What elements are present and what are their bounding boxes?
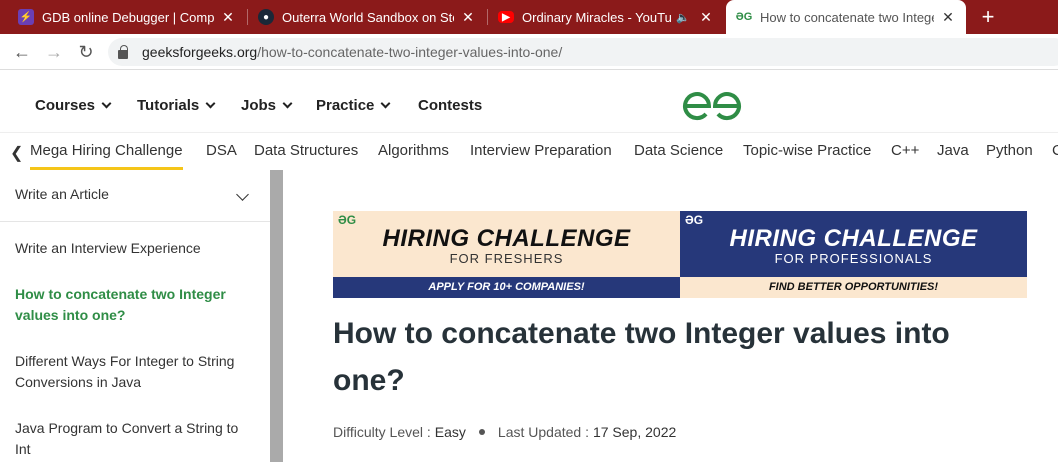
close-icon[interactable]: ✕ (220, 9, 236, 26)
category-cpp[interactable]: C++ (891, 142, 919, 159)
category-nav: ❮ Mega Hiring Challenge DSA Data Structu… (0, 132, 1058, 170)
article-meta: Difficulty Level : Easy Last Updated : 1… (333, 424, 676, 440)
category-topic-practice[interactable]: Topic-wise Practice (743, 142, 871, 159)
gfg-logo[interactable] (682, 90, 742, 122)
banner-title: HIRING CHALLENGE (382, 225, 631, 252)
tab-title: Ordinary Miracles - YouTube (522, 9, 672, 25)
tab-title: How to concatenate two Integer (760, 9, 934, 25)
sidebar-link[interactable]: Java Program to Convert a String to Int (15, 418, 255, 460)
difficulty-value[interactable]: Easy (435, 424, 466, 440)
tab-gfg-active[interactable]: ƏG How to concatenate two Integer ✕ (726, 0, 966, 34)
speaker-icon[interactable]: 🔈 (676, 11, 692, 24)
category-python[interactable]: Python (986, 142, 1033, 159)
sidebar: Write an Article Write an Interview Expe… (0, 170, 270, 462)
tab-gdb[interactable]: ⚡ GDB online Debugger | Compiler ✕ (8, 0, 246, 34)
chevron-down-icon[interactable] (236, 188, 249, 201)
bullet-separator (478, 429, 485, 435)
divider (0, 221, 270, 222)
banner-title: HIRING CHALLENGE (729, 225, 978, 252)
banner-footer: FIND BETTER OPPORTUNITIES! (680, 277, 1027, 298)
url-path: /how-to-concatenate-two-integer-values-i… (257, 44, 563, 60)
sidebar-link[interactable]: Write an Interview Experience (15, 238, 255, 259)
sidebar-heading[interactable]: Write an Article (15, 186, 109, 202)
menu-label: Courses (35, 97, 96, 114)
category-algorithms[interactable]: Algorithms (378, 142, 449, 159)
chevron-down-icon (101, 98, 112, 109)
tab-steam[interactable]: ● Outerra World Sandbox on Steam ✕ (248, 0, 486, 34)
gfg-icon: ƏG (735, 11, 753, 23)
updated-date: 17 Sep, 2022 (592, 424, 677, 440)
sidebar-link[interactable]: Different Ways For Integer to String Con… (15, 351, 255, 393)
menu-label: Contests (418, 97, 483, 114)
updated-label: Last Updated : (497, 424, 589, 440)
hiring-banner[interactable]: ƏG HIRING CHALLENGE FOR FRESHERS APPLY F… (333, 211, 1027, 298)
sidebar-scrollbar[interactable] (270, 170, 283, 462)
gdb-icon: ⚡ (18, 9, 34, 25)
menu-contests[interactable]: Contests (418, 97, 482, 114)
close-icon[interactable]: ✕ (460, 9, 476, 26)
banner-freshers[interactable]: ƏG HIRING CHALLENGE FOR FRESHERS APPLY F… (333, 211, 680, 298)
menu-practice[interactable]: Practice (316, 97, 391, 114)
back-arrow-icon[interactable]: ← (10, 40, 34, 64)
article-title: How to concatenate two Integer values in… (333, 317, 950, 397)
url-host: geeksforgeeks.org (142, 44, 258, 60)
menu-jobs[interactable]: Jobs (241, 97, 293, 114)
banner-subtitle: FOR FRESHERS (449, 251, 564, 266)
chevron-down-icon (205, 98, 216, 109)
close-icon[interactable]: ✕ (940, 9, 956, 26)
category-data-science[interactable]: Data Science (634, 142, 723, 159)
article-content: ƏG HIRING CHALLENGE FOR FRESHERS APPLY F… (283, 170, 1058, 462)
menu-tutorials[interactable]: Tutorials (137, 97, 216, 114)
tab-strip: ⚡ GDB online Debugger | Compiler ✕ ● Out… (0, 0, 1058, 34)
banner-subtitle: FOR PROFESSIONALS (774, 251, 933, 266)
browser-toolbar: ← → ↻ geeksforgeeks.org/how-to-concatena… (0, 34, 1058, 70)
chevron-left-icon[interactable]: ❮ (10, 143, 23, 163)
category-c[interactable]: C (1052, 142, 1058, 159)
category-data-structures[interactable]: Data Structures (254, 142, 358, 159)
category-mega-hiring[interactable]: Mega Hiring Challenge (30, 142, 183, 170)
difficulty-label: Difficulty Level : (333, 424, 431, 440)
steam-icon: ● (258, 9, 274, 25)
chevron-down-icon (380, 98, 391, 109)
menu-label: Tutorials (137, 97, 200, 114)
new-tab-button[interactable]: + (974, 2, 1002, 32)
category-dsa[interactable]: DSA (206, 142, 237, 159)
forward-arrow-icon[interactable]: → (42, 40, 66, 64)
category-interview-prep[interactable]: Interview Preparation (470, 142, 612, 159)
lock-icon[interactable] (118, 44, 128, 59)
banner-footer: APPLY FOR 10+ COMPANIES! (333, 277, 680, 298)
menu-courses[interactable]: Courses (35, 97, 112, 114)
reload-icon[interactable]: ↻ (74, 40, 98, 64)
banner-professionals[interactable]: ƏG HIRING CHALLENGE FOR PROFESSIONALS FI… (680, 211, 1027, 298)
category-java[interactable]: Java (937, 142, 969, 159)
youtube-icon: ▶ (498, 11, 514, 23)
menu-label: Jobs (241, 97, 277, 114)
tab-title: Outerra World Sandbox on Steam (282, 9, 454, 25)
tab-youtube[interactable]: ▶ Ordinary Miracles - YouTube 🔈 ✕ (488, 0, 724, 34)
site-header: Courses Tutorials Jobs Practice Contests (0, 70, 1058, 132)
sidebar-link-current[interactable]: How to concatenate two Integer values in… (15, 284, 255, 326)
address-bar[interactable]: geeksforgeeks.org/how-to-concatenate-two… (108, 38, 1058, 66)
close-icon[interactable]: ✕ (698, 9, 714, 26)
menu-label: Practice (316, 97, 375, 114)
tab-title: GDB online Debugger | Compiler (42, 9, 214, 25)
chevron-down-icon (282, 98, 293, 109)
